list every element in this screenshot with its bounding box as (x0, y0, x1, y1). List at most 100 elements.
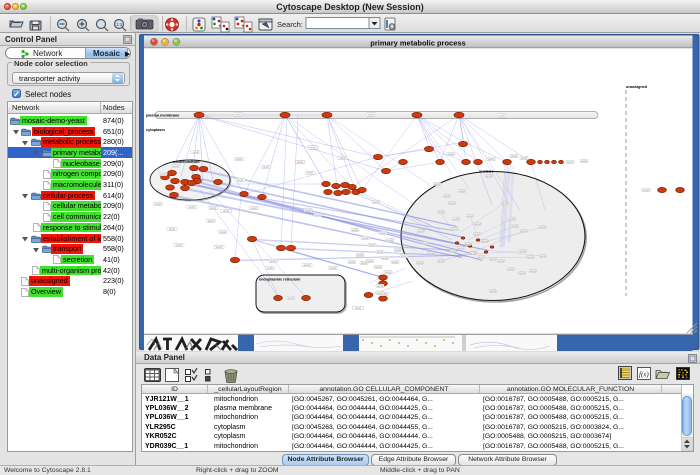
svg-text:an-bd: an-bd (486, 176, 493, 178)
svg-text:an-bd: an-bd (467, 216, 474, 218)
svg-text:an-bd: an-bd (304, 265, 311, 267)
svg-text:an-bd: an-bd (418, 231, 425, 233)
svg-text:an-bd: an-bd (512, 226, 519, 228)
svg-text:primary metabolic process: primary metabolic process (370, 38, 465, 47)
svg-text:an-bd: an-bd (367, 261, 374, 263)
svg-text:an-bd: an-bd (444, 196, 451, 198)
svg-text:an-bd: an-bd (297, 162, 304, 164)
svg-text:an-bd: an-bd (450, 251, 457, 253)
svg-text:an-bd: an-bd (176, 245, 183, 247)
svg-text:an-bd: an-bd (530, 271, 537, 273)
svg-text:an-bd: an-bd (193, 152, 200, 154)
svg-text:an-bd: an-bd (509, 219, 516, 221)
svg-text:unassigned: unassigned (626, 85, 648, 89)
svg-text:an-bd: an-bd (377, 286, 384, 288)
svg-text:an-bd: an-bd (465, 244, 472, 246)
svg-text:an-bd: an-bd (470, 253, 477, 255)
svg-text:an-bd: an-bd (519, 273, 526, 275)
svg-text:an-bd: an-bd (458, 248, 465, 250)
svg-text:an-bd: an-bd (521, 231, 528, 233)
svg-text:an-bd: an-bd (155, 204, 162, 206)
svg-text:an-bd: an-bd (160, 174, 167, 176)
svg-text:an-bd: an-bd (488, 159, 495, 161)
svg-text:an-bd: an-bd (540, 256, 547, 258)
svg-text:an-bd: an-bd (375, 267, 382, 269)
svg-text:an-bd: an-bd (373, 202, 380, 204)
svg-text:an-bd: an-bd (362, 238, 369, 240)
svg-text:an-bd: an-bd (368, 114, 375, 116)
svg-text:an-bd: an-bd (502, 203, 509, 205)
svg-text:an-bd: an-bd (305, 210, 312, 212)
svg-text:an-bd: an-bd (508, 269, 515, 271)
svg-text:an-bd: an-bd (499, 115, 506, 117)
svg-text:an-bd: an-bd (352, 230, 359, 232)
svg-text:an-bd: an-bd (521, 158, 528, 160)
svg-text:an-bd: an-bd (377, 293, 384, 295)
svg-text:an-bd: an-bd (395, 250, 402, 252)
svg-text:an-bd: an-bd (387, 240, 394, 242)
svg-text:an-bd: an-bd (452, 229, 459, 231)
svg-text:an-bd: an-bd (251, 208, 258, 210)
svg-text:an-bd: an-bd (377, 252, 384, 254)
svg-text:an-bd: an-bd (482, 241, 489, 243)
svg-text:an-bd: an-bd (380, 233, 387, 235)
svg-text:an-bd: an-bd (438, 261, 445, 263)
svg-text:an-bd: an-bd (288, 298, 295, 300)
svg-text:an-bd: an-bd (235, 114, 242, 116)
svg-text:an-bd: an-bd (448, 154, 455, 156)
svg-text:an-bd: an-bd (382, 258, 389, 260)
svg-text:an-bd: an-bd (237, 180, 244, 182)
svg-text:an-bd: an-bd (434, 184, 441, 186)
svg-text:an-bd: an-bd (216, 247, 223, 249)
svg-text:an-bd: an-bd (453, 219, 460, 221)
svg-text:an-bd: an-bd (385, 272, 392, 274)
svg-text:an-bd: an-bd (581, 161, 588, 163)
svg-text:an-bd: an-bd (310, 148, 317, 150)
svg-text:an-bd: an-bd (169, 229, 176, 231)
svg-text:an-bd: an-bd (449, 203, 456, 205)
svg-text:an-bd: an-bd (361, 263, 368, 265)
svg-text:cytoplasm: cytoplasm (146, 128, 165, 132)
svg-text:an-bd: an-bd (428, 253, 435, 255)
svg-text:an-bd: an-bd (438, 212, 445, 214)
svg-text:an-bd: an-bd (189, 207, 196, 209)
svg-text:an-bd: an-bd (208, 221, 215, 223)
svg-text:an-bd: an-bd (210, 208, 217, 210)
svg-text:an-bd: an-bd (643, 190, 650, 192)
svg-text:an-bd: an-bd (422, 243, 429, 245)
svg-text:an-bd: an-bd (369, 245, 376, 247)
svg-text:an-bd: an-bd (315, 215, 322, 217)
svg-text:an-bd: an-bd (330, 268, 337, 270)
svg-text:an-bd: an-bd (236, 159, 243, 161)
svg-text:an-bd: an-bd (567, 162, 574, 164)
svg-text:an-bd: an-bd (540, 227, 547, 229)
svg-text:f(x): f(x) (639, 371, 649, 379)
svg-text:an-bd: an-bd (459, 191, 466, 193)
svg-text:an-bd: an-bd (307, 173, 314, 175)
svg-text:an-bd: an-bd (392, 262, 399, 264)
svg-text:an-bd: an-bd (220, 232, 227, 234)
svg-text:an-bd: an-bd (475, 224, 482, 226)
svg-text:an-bd: an-bd (355, 308, 362, 310)
svg-text:an-bd: an-bd (263, 167, 270, 169)
svg-text:an-bd: an-bd (490, 291, 497, 293)
svg-text:an-bd: an-bd (357, 255, 364, 257)
svg-text:an-bd: an-bd (511, 156, 518, 158)
svg-text:an-bd: an-bd (340, 158, 347, 160)
svg-text:endoplasmic reticulum: endoplasmic reticulum (259, 278, 301, 282)
svg-text:an-bd: an-bd (270, 261, 277, 263)
svg-text:plasma membrane: plasma membrane (146, 114, 179, 118)
svg-text:mitochondrion: mitochondrion (173, 160, 200, 164)
svg-text:an-bd: an-bd (498, 261, 505, 263)
svg-text:an-bd: an-bd (528, 257, 535, 259)
svg-text:an-bd: an-bd (267, 268, 274, 270)
svg-text:an-bd: an-bd (349, 262, 356, 264)
svg-text:an-bd: an-bd (520, 251, 527, 253)
svg-text:an-bd: an-bd (417, 263, 424, 265)
svg-text:an-bd: an-bd (474, 234, 481, 236)
svg-text:Search:: Search: (277, 20, 303, 29)
svg-text:an-bd: an-bd (478, 257, 485, 259)
svg-text:1:1: 1:1 (116, 22, 123, 27)
svg-text:an-bd: an-bd (223, 211, 230, 213)
svg-text:an-bd: an-bd (173, 166, 180, 168)
